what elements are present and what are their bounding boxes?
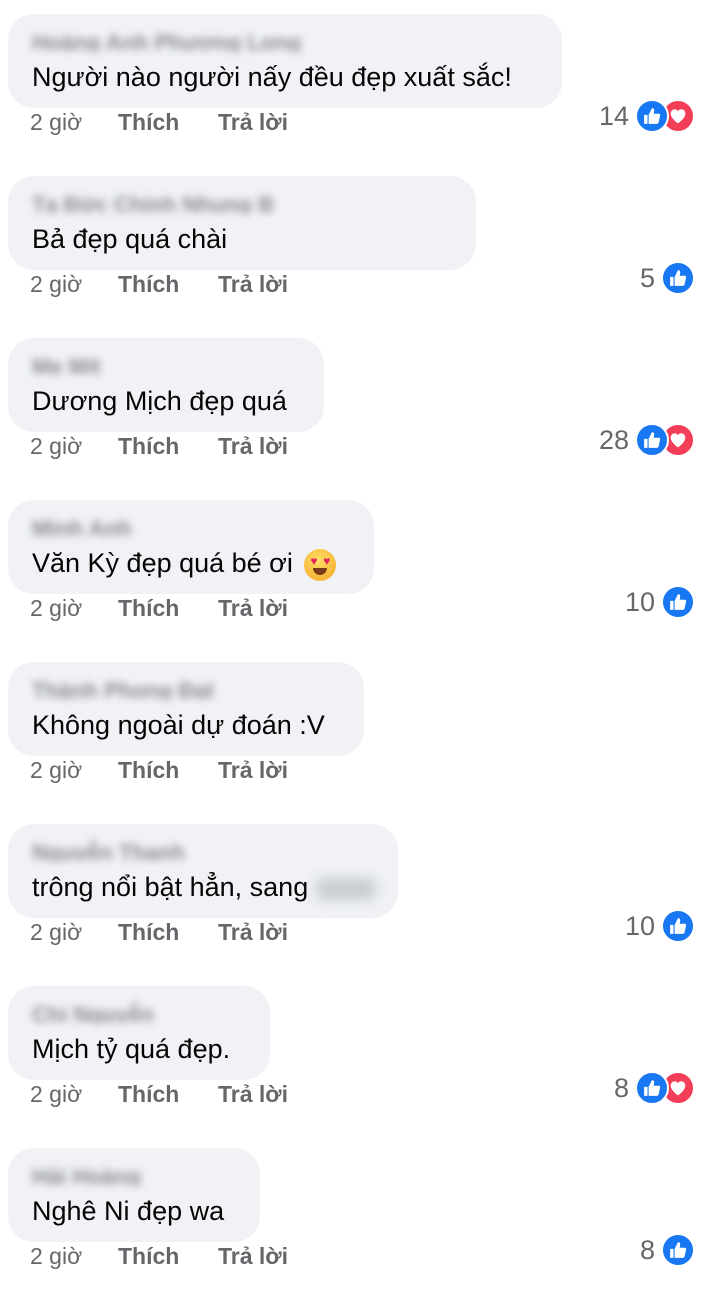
comment: Thành Phong Đạt Không ngoài dự đoán :V 2… — [0, 648, 711, 810]
comment-time[interactable]: 2 giờ — [30, 430, 82, 462]
reaction-count: 8 — [613, 1072, 629, 1103]
comment-time[interactable]: 2 giờ — [30, 1240, 82, 1272]
thumbs-up-icon — [635, 99, 669, 133]
comment-text: Người nào người nấy đều đẹp xuất sắc! — [32, 62, 512, 92]
reaction-count: 5 — [639, 262, 655, 293]
comment-author[interactable]: Hải Hoàng — [32, 1164, 162, 1186]
comment: Tạ Đức Chính Nhung B Bả đẹp quá chài 2 g… — [0, 162, 711, 324]
comment-text: Không ngoài dự đoán :V — [32, 710, 325, 740]
comment-text: trông nổi bật hẳn, sang — [32, 872, 376, 903]
blurred-text — [315, 877, 376, 900]
thumbs-up-icon — [635, 1071, 669, 1105]
thumbs-up-icon — [635, 423, 669, 457]
reply-button[interactable]: Trả lời — [218, 754, 288, 786]
reaction-summary[interactable]: 8 — [613, 1071, 695, 1105]
comment-author[interactable]: Mẹ Mít — [32, 354, 132, 376]
comment: Mẹ Mít Dương Mịch đẹp quá 2 giờ Thích Tr… — [0, 324, 711, 486]
reaction-count: 28 — [598, 424, 629, 455]
comment: Hoàng Anh Phương Long Người nào người nấ… — [0, 0, 711, 162]
comment-author[interactable]: Tạ Đức Chính Nhung B — [32, 192, 332, 214]
heart-eyes-emoji-icon — [304, 548, 337, 581]
like-button[interactable]: Thích — [118, 754, 179, 786]
comment-time[interactable]: 2 giờ — [30, 754, 82, 786]
comment-bubble[interactable]: Hải Hoàng Nghê Ni đẹp wa — [8, 1148, 260, 1242]
reply-button[interactable]: Trả lời — [218, 268, 288, 300]
comment-text: Văn Kỳ đẹp quá bé ơi — [32, 548, 337, 581]
comment-time[interactable]: 2 giờ — [30, 268, 82, 300]
comment-text: Dương Mịch đẹp quá — [32, 386, 287, 416]
comment-time[interactable]: 2 giờ — [30, 1078, 82, 1110]
reaction-summary[interactable]: 10 — [624, 909, 695, 943]
comment: Minh Anh Văn Kỳ đẹp quá bé ơi 2 giờ Thíc… — [0, 486, 711, 648]
like-button[interactable]: Thích — [118, 1078, 179, 1110]
comment: Nguyễn Thanh trông nổi bật hẳn, sang 2 g… — [0, 810, 711, 972]
reaction-count: 14 — [598, 100, 629, 131]
comment-text-content: trông nổi bật hẳn, sang — [32, 872, 309, 902]
comment-time[interactable]: 2 giờ — [30, 916, 82, 948]
reaction-count: 10 — [624, 910, 655, 941]
thumbs-up-icon — [661, 261, 695, 295]
like-button[interactable]: Thích — [118, 268, 179, 300]
like-button[interactable]: Thích — [118, 1240, 179, 1272]
like-button[interactable]: Thích — [118, 592, 179, 624]
comment-bubble[interactable]: Chi Nguyễn Mịch tỷ quá đẹp. — [8, 986, 270, 1080]
reply-button[interactable]: Trả lời — [218, 592, 288, 624]
comment-author[interactable]: Minh Anh — [32, 516, 152, 538]
comment-text: Bả đẹp quá chài — [32, 224, 228, 254]
reaction-count: 10 — [624, 586, 655, 617]
like-button[interactable]: Thích — [118, 916, 179, 948]
comment-time[interactable]: 2 giờ — [30, 592, 82, 624]
reply-button[interactable]: Trả lời — [218, 430, 288, 462]
thumbs-up-icon — [661, 1233, 695, 1267]
comment-text-content: Văn Kỳ đẹp quá bé ơi — [32, 548, 293, 578]
comment: Chi Nguyễn Mịch tỷ quá đẹp. 2 giờ Thích … — [0, 972, 711, 1134]
comment-bubble[interactable]: Nguyễn Thanh trông nổi bật hẳn, sang — [8, 824, 398, 918]
reply-button[interactable]: Trả lời — [218, 916, 288, 948]
reply-button[interactable]: Trả lời — [218, 1240, 288, 1272]
comment: Hải Hoàng Nghê Ni đẹp wa 2 giờ Thích Trả… — [0, 1134, 711, 1296]
comment-author[interactable]: Thành Phong Đạt — [32, 678, 242, 700]
comment-text: Nghê Ni đẹp wa — [32, 1196, 225, 1226]
like-button[interactable]: Thích — [118, 106, 179, 138]
reaction-summary[interactable]: 5 — [639, 261, 695, 295]
comment-bubble[interactable]: Hoàng Anh Phương Long Người nào người nấ… — [8, 14, 562, 108]
comment-bubble[interactable]: Mẹ Mít Dương Mịch đẹp quá — [8, 338, 324, 432]
comment-bubble[interactable]: Tạ Đức Chính Nhung B Bả đẹp quá chài — [8, 176, 476, 270]
like-button[interactable]: Thích — [118, 430, 179, 462]
reply-button[interactable]: Trả lời — [218, 106, 288, 138]
reaction-summary[interactable]: 28 — [598, 423, 695, 457]
comment-author[interactable]: Chi Nguyễn — [32, 1002, 182, 1024]
thumbs-up-icon — [661, 909, 695, 943]
thumbs-up-icon — [661, 585, 695, 619]
reaction-summary[interactable]: 10 — [624, 585, 695, 619]
reaction-count: 8 — [639, 1234, 655, 1265]
comment-text: Mịch tỷ quá đẹp. — [32, 1034, 231, 1064]
comment-author[interactable]: Hoàng Anh Phương Long — [32, 30, 332, 52]
reply-button[interactable]: Trả lời — [218, 1078, 288, 1110]
comment-author[interactable]: Nguyễn Thanh — [32, 840, 232, 862]
comment-time[interactable]: 2 giờ — [30, 106, 82, 138]
reaction-summary[interactable]: 14 — [598, 99, 695, 133]
comment-bubble[interactable]: Minh Anh Văn Kỳ đẹp quá bé ơi — [8, 500, 374, 594]
comment-bubble[interactable]: Thành Phong Đạt Không ngoài dự đoán :V — [8, 662, 364, 756]
reaction-summary[interactable]: 8 — [639, 1233, 695, 1267]
